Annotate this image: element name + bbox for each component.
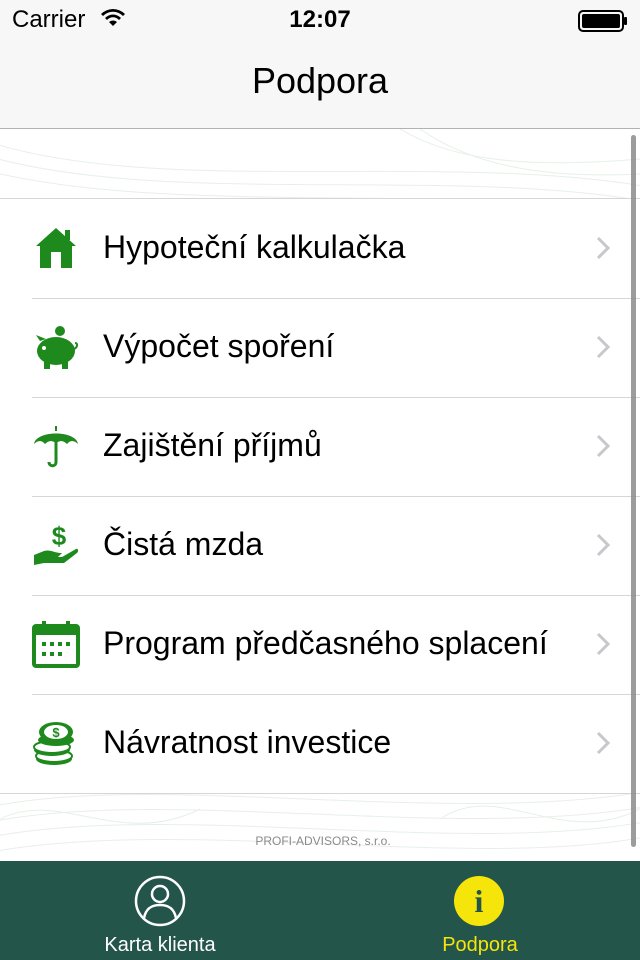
scrollbar[interactable] — [631, 135, 636, 847]
user-circle-icon — [134, 875, 186, 927]
coin-stack-icon: $ — [32, 719, 80, 767]
svg-text:i: i — [475, 883, 484, 919]
content-area[interactable]: Hypoteční kalkulačka Výpočet spoření Zaj… — [0, 129, 640, 861]
company-footer: PROFI-ADVISORS, s.r.o. — [255, 834, 391, 848]
calendar-icon — [32, 620, 80, 668]
chevron-right-icon — [596, 632, 611, 661]
dollar-hand-icon: $ — [32, 521, 80, 569]
chevron-right-icon — [596, 335, 611, 364]
page-title: Podpora — [251, 60, 389, 101]
list-item-label: Návratnost investice — [103, 724, 392, 760]
svg-text:$: $ — [52, 521, 67, 551]
navigation-bar: Podpora — [0, 40, 640, 129]
list-item-investment-return[interactable]: $ Návratnost investice — [0, 694, 640, 793]
menu-list: Hypoteční kalkulačka Výpočet spoření Zaj… — [0, 198, 640, 794]
list-item-savings-calculation[interactable]: Výpočet spoření — [0, 298, 640, 397]
svg-text:$: $ — [52, 725, 60, 740]
chevron-right-icon — [596, 236, 611, 265]
info-icon: i — [453, 875, 505, 927]
house-icon — [32, 224, 80, 272]
tab-label: Podpora — [442, 934, 518, 956]
piggy-bank-icon — [32, 323, 80, 371]
list-item-label: Čistá mzda — [103, 526, 264, 562]
list-item-label: Hypoteční kalkulačka — [103, 229, 406, 265]
tab-bar: Karta klienta i Podpora — [0, 861, 640, 960]
list-item-mortgage-calculator[interactable]: Hypoteční kalkulačka — [0, 199, 640, 298]
list-header — [0, 129, 640, 198]
chevron-right-icon — [596, 533, 611, 562]
tab-client-card[interactable]: Karta klienta — [0, 861, 320, 960]
list-item-net-salary[interactable]: $ Čistá mzda — [0, 496, 640, 595]
list-item-label: Zajištění příjmů — [103, 427, 322, 463]
battery-icon — [578, 10, 628, 37]
list-item-label: Výpočet spoření — [103, 328, 335, 364]
list-item-income-protection[interactable]: Zajištění příjmů — [0, 397, 640, 496]
status-time: 12:07 — [289, 6, 351, 33]
chevron-right-icon — [596, 434, 611, 463]
tab-support[interactable]: i Podpora — [320, 861, 640, 960]
status-bar: Carrier 12:07 — [0, 0, 640, 40]
list-item-early-repayment[interactable]: Program předčasného splacení — [0, 595, 640, 694]
list-item-label: Program předčasného splacení — [103, 625, 548, 661]
umbrella-icon — [32, 422, 80, 470]
chevron-right-icon — [596, 731, 611, 760]
tab-label: Karta klienta — [104, 934, 216, 956]
